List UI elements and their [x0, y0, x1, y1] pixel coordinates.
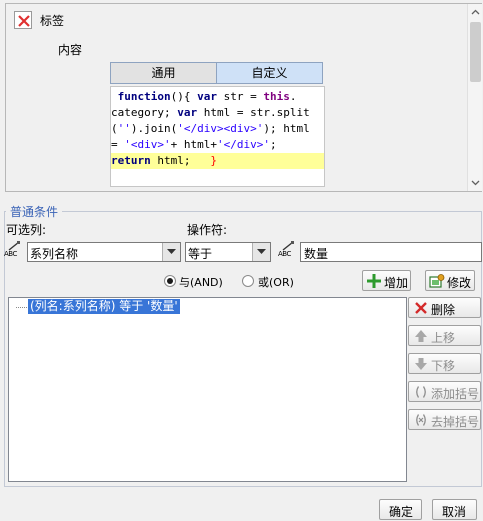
field-label: 可选列:: [6, 223, 47, 237]
code-line-4: = '<div>'+ html+'</div>';: [111, 138, 277, 151]
editor-tabs: 通用 自定义: [110, 62, 324, 84]
delete-button-label: 删除: [431, 303, 456, 317]
content-label: 内容: [58, 43, 83, 57]
code-line-2: category; var html = str.split: [111, 106, 310, 119]
label-title: 标签: [40, 14, 65, 28]
rule-panel: 标签 内容 通用 自定义 function(){ var str = this.…: [5, 3, 482, 192]
value-input[interactable]: 数量: [300, 242, 482, 262]
arrow-down-icon: [415, 358, 427, 370]
tree-connector: [16, 307, 27, 308]
plus-icon: [367, 274, 381, 288]
remove-bracket-button-label: 去掉括号: [431, 415, 480, 429]
bracket-icon: [416, 386, 426, 398]
add-button-label: 增加: [384, 276, 409, 290]
field-select[interactable]: 系列名称: [27, 242, 181, 262]
move-down-button[interactable]: 下移: [408, 353, 481, 374]
scroll-down-button[interactable]: [468, 174, 483, 191]
group-title: 普通条件: [8, 203, 61, 220]
radio-and-label[interactable]: 与(AND): [179, 274, 223, 290]
radio-selected-dot: [167, 278, 173, 284]
scroll-up-icon: [471, 9, 480, 15]
radio-and[interactable]: [164, 275, 176, 287]
radio-or-label[interactable]: 或(OR): [258, 274, 294, 290]
delete-button[interactable]: 删除: [408, 297, 481, 318]
vertical-scrollbar[interactable]: [467, 4, 482, 191]
scroll-thumb[interactable]: [470, 22, 481, 82]
type-icon-text: ABC: [4, 250, 17, 258]
chevron-down-icon: [167, 249, 176, 254]
text-type-icon: ABC: [4, 241, 24, 259]
condition-list[interactable]: (列名:系列名称) 等于 '数量': [8, 297, 407, 482]
scroll-up-button[interactable]: [468, 4, 483, 21]
edit-button-label: 修改: [447, 276, 472, 290]
edit-icon: [429, 274, 445, 288]
remove-bracket-button[interactable]: 去掉括号: [408, 409, 481, 430]
tab-general[interactable]: 通用: [110, 62, 217, 84]
add-bracket-button[interactable]: 添加括号: [408, 381, 481, 402]
type-icon-text: ABC: [278, 250, 291, 258]
close-rule-button[interactable]: [14, 11, 32, 29]
group-border: [62, 211, 482, 212]
operator-select-arrow[interactable]: [252, 243, 270, 261]
operator-select-value: 等于: [188, 247, 213, 261]
text-type-icon: ABC: [278, 241, 298, 259]
field-select-value: 系列名称: [30, 247, 79, 261]
cancel-button[interactable]: 取消: [432, 499, 477, 520]
move-up-button[interactable]: 上移: [408, 325, 481, 346]
code-line-1: function(){ var str = this.: [117, 90, 297, 103]
move-down-button-label: 下移: [431, 359, 456, 373]
radio-or[interactable]: [242, 275, 254, 287]
code-line-3: ('').join('</div><div>'); html: [111, 122, 310, 135]
condition-text: (列名:系列名称) 等于 '数量': [28, 299, 180, 314]
code-line-5: return html; }: [111, 153, 324, 169]
scroll-down-icon: [471, 180, 480, 186]
cancel-button-label: 取消: [442, 505, 467, 519]
operator-label: 操作符:: [187, 223, 228, 237]
operator-select[interactable]: 等于: [185, 242, 271, 262]
code-editor[interactable]: function(){ var str = this. category; va…: [110, 86, 325, 187]
tab-custom[interactable]: 自定义: [216, 62, 323, 84]
add-bracket-button-label: 添加括号: [431, 387, 480, 401]
group-border-left: [4, 211, 6, 212]
field-select-arrow[interactable]: [162, 243, 180, 261]
move-up-button-label: 上移: [431, 331, 456, 345]
value-input-text: 数量: [304, 247, 329, 261]
delete-icon: [415, 302, 427, 314]
remove-bracket-icon: [416, 414, 426, 426]
close-icon: [18, 15, 30, 27]
ok-button-label: 确定: [389, 505, 414, 519]
arrow-up-icon: [415, 330, 427, 342]
ok-button[interactable]: 确定: [379, 499, 422, 520]
chevron-down-icon: [257, 249, 266, 254]
edit-button[interactable]: 修改: [425, 270, 475, 291]
add-button[interactable]: 增加: [362, 270, 411, 291]
